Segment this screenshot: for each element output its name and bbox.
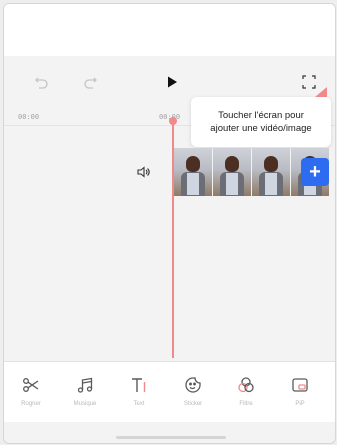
- redo-icon[interactable]: [76, 68, 104, 96]
- music-note-icon: [74, 374, 96, 396]
- speaker-icon[interactable]: [134, 162, 154, 182]
- filter-icon: [235, 374, 257, 396]
- scissors-icon: [20, 374, 42, 396]
- playhead[interactable]: [172, 122, 174, 358]
- playback-controls: [4, 68, 335, 96]
- sticker-icon: [182, 374, 204, 396]
- home-indicator[interactable]: [116, 436, 226, 439]
- tooltip-line-2: ajouter une vidéo/image: [210, 123, 312, 134]
- tool-musique[interactable]: Musique: [65, 374, 105, 407]
- video-preview-area[interactable]: [4, 4, 335, 56]
- video-thumbnail: [174, 148, 212, 196]
- video-editor-screen: 00:00 00:00 Toucher l'écran pour ajouter…: [3, 3, 336, 444]
- video-thumbnail: [252, 148, 290, 196]
- tool-label: PiP: [295, 401, 305, 407]
- tool-text[interactable]: Text: [119, 374, 159, 407]
- play-button[interactable]: [158, 68, 186, 96]
- timeline-end-marker-icon: [315, 87, 327, 97]
- tool-sticker[interactable]: Sticker: [173, 374, 213, 407]
- undo-icon[interactable]: [28, 68, 56, 96]
- tool-label: Rogner: [21, 401, 41, 407]
- timeline-start-time: 00:00: [18, 113, 40, 121]
- bottom-toolbar: Rogner Musique Text Sticker Filtre PiP: [4, 361, 335, 422]
- tool-rogner[interactable]: Rogner: [11, 374, 51, 407]
- tool-label: Musique: [73, 401, 97, 407]
- tool-pip[interactable]: PiP: [280, 374, 320, 407]
- tool-filtre[interactable]: Filtre: [226, 374, 266, 407]
- tooltip-line-1: Toucher l'écran pour: [218, 110, 304, 121]
- add-media-button[interactable]: +: [301, 158, 329, 186]
- add-media-tooltip: Toucher l'écran pour ajouter une vidéo/i…: [191, 97, 331, 147]
- pip-icon: [289, 374, 311, 396]
- text-icon: [128, 374, 150, 396]
- tool-label: Text: [133, 401, 145, 407]
- tool-label: Filtre: [239, 401, 253, 407]
- tool-label: Sticker: [183, 401, 203, 407]
- video-thumbnail: [213, 148, 251, 196]
